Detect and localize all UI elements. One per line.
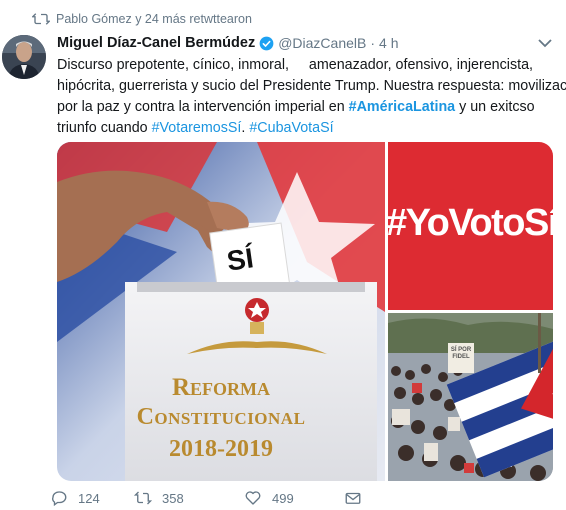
like-action[interactable]: 499 — [244, 489, 344, 507]
retweet-context[interactable]: Pablo Gómez y 24 más retwttearon — [32, 9, 252, 29]
chevron-down-icon[interactable] — [538, 38, 552, 48]
retweet-context-text: Pablo Gómez y 24 más retwttearon — [56, 12, 252, 26]
reply-count: 124 — [78, 490, 100, 506]
hashtag-link[interactable]: #CubaVotaSí — [249, 120, 333, 136]
message-action[interactable] — [344, 489, 372, 507]
reply-icon — [52, 491, 67, 507]
like-count: 499 — [272, 490, 294, 506]
ballot-slip-text: SÍ — [224, 242, 256, 277]
text-fragment: y un exitcso — [455, 99, 535, 115]
avatar[interactable] — [2, 35, 46, 79]
text-fragment: por la paz y contra la intervención impe… — [57, 99, 349, 115]
media-image-ballot[interactable]: SÍ Reforma Constitucional 2018-2019 — [57, 142, 385, 481]
heart-icon — [245, 491, 261, 505]
hashtag-link[interactable]: #AméricaLatina — [349, 99, 455, 115]
avatar-image — [2, 35, 46, 79]
ballot-title-line: 2018-2019 — [169, 436, 273, 462]
author-handle[interactable]: @DiazCanelB — [278, 35, 366, 51]
yovoto-text: #YoVotoSí — [388, 202, 553, 244]
media-grid: SÍ Reforma Constitucional 2018-2019 #YoV… — [57, 142, 553, 481]
retweet-icon — [134, 491, 152, 505]
media-image-yovoto[interactable]: #YoVotoSí — [388, 142, 553, 310]
tweet-timestamp[interactable]: 4 h — [379, 35, 398, 51]
ballot-title-line: Constitucional — [136, 404, 306, 430]
retweet-count: 358 — [162, 490, 184, 506]
tweet-text: Discurso prepotente, cínico, inmoral, am… — [57, 55, 566, 139]
envelope-icon — [345, 492, 361, 504]
tweet-text-line: por la paz y contra la intervención impe… — [57, 97, 557, 118]
crowd-sign-text: SÍ POR FIDEL — [450, 347, 472, 360]
hashtag-link[interactable]: #VotaremosSí — [152, 120, 242, 136]
retweet-icon — [32, 13, 50, 25]
author-name[interactable]: Miguel Díaz-Canel Bermúdez — [57, 35, 255, 51]
text-fragment: triunfo cuando — [57, 120, 152, 136]
retweet-action[interactable]: 358 — [134, 489, 244, 507]
verified-badge-icon — [259, 36, 274, 50]
tweet-header: Miguel Díaz-Canel Bermúdez @DiazCanelB ·… — [57, 33, 398, 53]
tweet-text-line: hipócrita, guerrerista y sucio del Presi… — [57, 78, 566, 94]
tweet-actions: 124 358 499 — [50, 488, 372, 508]
reply-action[interactable]: 124 — [50, 489, 134, 507]
media-image-crowd[interactable]: SÍ POR FIDEL — [388, 313, 553, 481]
ballot-title-line: Reforma — [171, 374, 271, 401]
separator-dot: · — [370, 35, 376, 51]
tweet-text-line: triunfo cuando #VotaremosSí. #CubaVotaSí — [57, 118, 557, 139]
tweet-text-line: Discurso prepotente, cínico, inmoral, am… — [57, 57, 534, 73]
crowd-flag-illustration — [388, 313, 553, 481]
